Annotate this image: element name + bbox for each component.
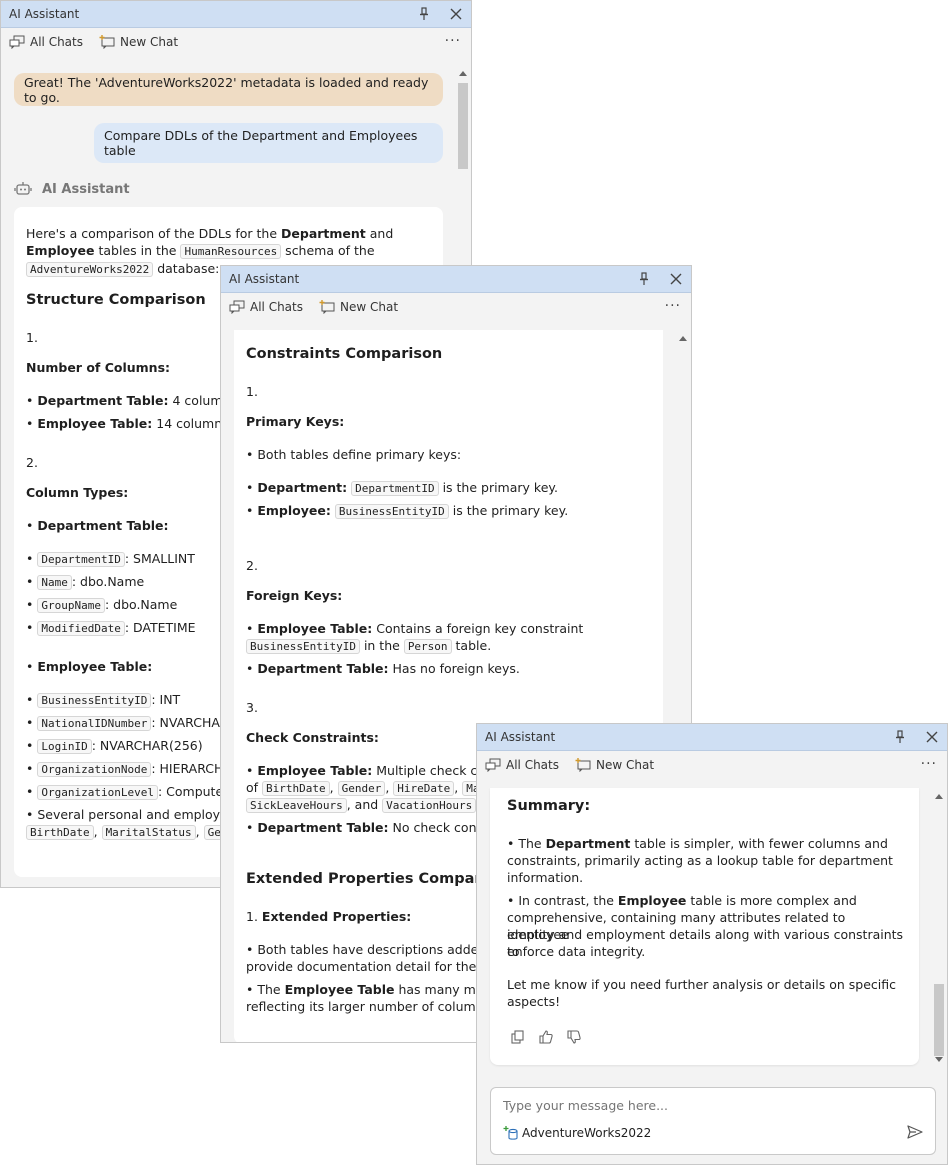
list-number: 3. [246,700,258,715]
window-title: AI Assistant [229,272,300,286]
title-bar: AI Assistant [1,1,471,28]
all-chats-label: All Chats [506,758,559,772]
fk-heading: Foreign Keys: [246,588,343,603]
close-icon[interactable] [667,270,685,288]
pin-icon[interactable] [415,5,433,23]
title-bar: AI Assistant [221,266,691,293]
copy-icon[interactable] [511,1030,525,1044]
fk-emp-codes: BusinessEntityID in the Person table. [246,637,653,655]
scrollbar[interactable] [931,788,947,1068]
new-chat-button[interactable]: New Chat [319,300,398,314]
more-options-icon[interactable]: ··· [921,756,937,772]
closing-text: Let me know if you need further analysis… [507,977,896,992]
pk-both: • Both tables define primary keys: [246,447,462,462]
summary-point-1-line-2: constraints, primarily acting as a looku… [507,853,893,868]
fk-dept: • Department Table: Has no foreign keys. [246,661,520,676]
new-chat-icon [575,758,591,772]
scroll-up-icon[interactable] [679,336,687,341]
close-icon[interactable] [923,728,941,746]
window-title: AI Assistant [485,730,556,744]
new-chat-icon [99,35,115,49]
more-options-icon[interactable]: ··· [445,33,461,49]
assistant-window-3: AI Assistant All Chats New Chat ··· Summ… [476,723,948,1165]
thumbs-up-icon[interactable] [539,1030,553,1044]
toolbar: All Chats New Chat ··· [221,293,691,321]
toolbar: All Chats New Chat ··· [477,751,947,779]
assistant-response-card: Summary: • The Department table is simpl… [490,788,919,1065]
list-number: 1. [246,384,258,399]
thumbs-down-icon[interactable] [567,1030,581,1044]
chats-icon [229,300,245,314]
new-chat-button[interactable]: New Chat [575,758,654,772]
new-chat-button[interactable]: New Chat [99,35,178,49]
chats-icon [485,758,501,772]
pk-emp: • Employee: BusinessEntityID is the prim… [246,503,569,519]
closing-text-line-2: aspects! [507,994,561,1009]
database-icon [503,1126,518,1140]
summary-point-1-line-3: information. [507,870,584,885]
list-number: 2. [246,558,258,573]
all-chats-label: All Chats [250,300,303,314]
scroll-thumb[interactable] [458,83,468,169]
database-chip[interactable]: AdventureWorks2022 [503,1125,651,1141]
assistant-label: AI Assistant [42,181,130,197]
scroll-up-icon[interactable] [935,794,943,799]
system-message: Great! The 'AdventureWorks2022' metadata… [14,73,443,106]
scroll-down-icon[interactable] [935,1057,943,1062]
all-chats-button[interactable]: All Chats [485,758,559,772]
more-options-icon[interactable]: ··· [665,298,681,314]
new-chat-label: New Chat [120,35,179,49]
scroll-thumb[interactable] [934,984,944,1056]
summary-point-2: • In contrast, the Employee table is mor… [507,893,857,908]
constraints-heading: Constraints Comparison [246,346,443,362]
toolbar: All Chats New Chat ··· [1,28,471,56]
pk-heading: Primary Keys: [246,414,345,429]
close-icon[interactable] [447,5,465,23]
scroll-up-icon[interactable] [459,71,467,76]
send-icon[interactable] [907,1125,923,1139]
new-chat-icon [319,300,335,314]
window-title: AI Assistant [9,7,80,21]
bot-icon [14,182,32,195]
all-chats-label: All Chats [30,35,83,49]
summary-heading: Summary: [507,798,591,814]
chats-icon [9,35,25,49]
user-message: Compare DDLs of the Department and Emplo… [94,123,443,163]
all-chats-button[interactable]: All Chats [9,35,83,49]
pk-dept: • Department: DepartmentID is the primar… [246,480,558,496]
summary-point-2-line-4: enforce data integrity. [507,944,646,959]
database-name: AdventureWorks2022 [522,1126,652,1140]
assistant-header: AI Assistant [14,180,130,198]
message-input[interactable] [503,1096,903,1114]
pin-icon[interactable] [635,270,653,288]
pin-icon[interactable] [891,728,909,746]
message-composer: AdventureWorks2022 [490,1087,936,1155]
new-chat-label: New Chat [340,300,399,314]
title-bar: AI Assistant [477,724,947,751]
new-chat-label: New Chat [596,758,655,772]
all-chats-button[interactable]: All Chats [229,300,303,314]
summary-point-1: • The Department table is simpler, with … [507,836,888,851]
message-actions [511,1030,581,1044]
